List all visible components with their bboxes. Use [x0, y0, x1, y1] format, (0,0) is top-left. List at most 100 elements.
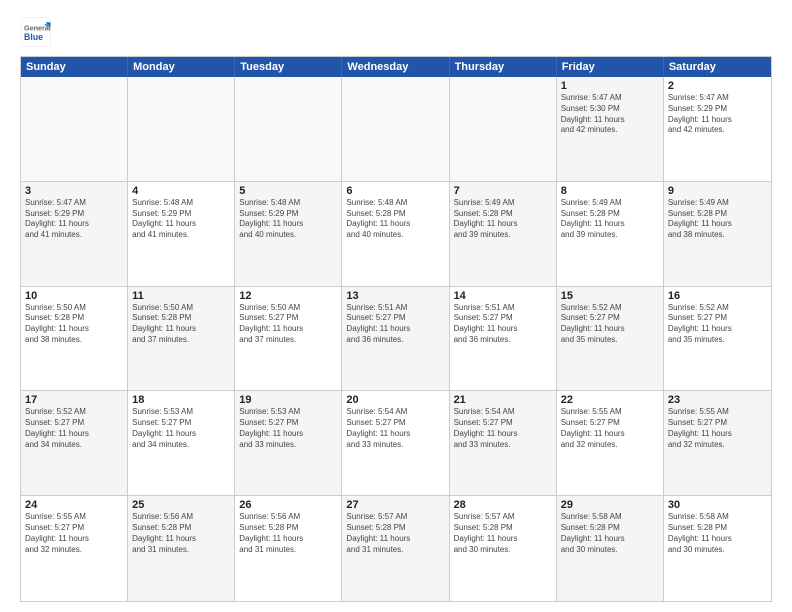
calendar-cell-empty-0-0	[21, 77, 128, 181]
header-day-sunday: Sunday	[21, 57, 128, 77]
day-number: 20	[346, 394, 444, 406]
calendar-cell-12: 12Sunrise: 5:50 AM Sunset: 5:27 PM Dayli…	[235, 287, 342, 391]
day-info: Sunrise: 5:52 AM Sunset: 5:27 PM Dayligh…	[668, 303, 767, 346]
calendar-cell-24: 24Sunrise: 5:55 AM Sunset: 5:27 PM Dayli…	[21, 496, 128, 601]
header-day-monday: Monday	[128, 57, 235, 77]
calendar-row-4: 17Sunrise: 5:52 AM Sunset: 5:27 PM Dayli…	[21, 391, 771, 496]
day-info: Sunrise: 5:47 AM Sunset: 5:30 PM Dayligh…	[561, 93, 659, 136]
day-info: Sunrise: 5:48 AM Sunset: 5:29 PM Dayligh…	[132, 198, 230, 241]
header-day-friday: Friday	[557, 57, 664, 77]
calendar-cell-10: 10Sunrise: 5:50 AM Sunset: 5:28 PM Dayli…	[21, 287, 128, 391]
header: General Blue	[20, 16, 772, 48]
day-number: 11	[132, 290, 230, 302]
calendar-cell-11: 11Sunrise: 5:50 AM Sunset: 5:28 PM Dayli…	[128, 287, 235, 391]
calendar-cell-26: 26Sunrise: 5:56 AM Sunset: 5:28 PM Dayli…	[235, 496, 342, 601]
day-info: Sunrise: 5:51 AM Sunset: 5:27 PM Dayligh…	[454, 303, 552, 346]
calendar-cell-16: 16Sunrise: 5:52 AM Sunset: 5:27 PM Dayli…	[664, 287, 771, 391]
calendar-cell-8: 8Sunrise: 5:49 AM Sunset: 5:28 PM Daylig…	[557, 182, 664, 286]
calendar-cell-22: 22Sunrise: 5:55 AM Sunset: 5:27 PM Dayli…	[557, 391, 664, 495]
calendar-cell-empty-0-2	[235, 77, 342, 181]
calendar-cell-3: 3Sunrise: 5:47 AM Sunset: 5:29 PM Daylig…	[21, 182, 128, 286]
calendar-cell-30: 30Sunrise: 5:58 AM Sunset: 5:28 PM Dayli…	[664, 496, 771, 601]
day-info: Sunrise: 5:47 AM Sunset: 5:29 PM Dayligh…	[668, 93, 767, 136]
day-info: Sunrise: 5:53 AM Sunset: 5:27 PM Dayligh…	[132, 407, 230, 450]
header-day-thursday: Thursday	[450, 57, 557, 77]
calendar-cell-empty-0-3	[342, 77, 449, 181]
day-info: Sunrise: 5:54 AM Sunset: 5:27 PM Dayligh…	[454, 407, 552, 450]
day-info: Sunrise: 5:52 AM Sunset: 5:27 PM Dayligh…	[25, 407, 123, 450]
day-info: Sunrise: 5:50 AM Sunset: 5:28 PM Dayligh…	[25, 303, 123, 346]
day-info: Sunrise: 5:56 AM Sunset: 5:28 PM Dayligh…	[239, 512, 337, 555]
day-number: 14	[454, 290, 552, 302]
calendar-cell-15: 15Sunrise: 5:52 AM Sunset: 5:27 PM Dayli…	[557, 287, 664, 391]
day-number: 3	[25, 185, 123, 197]
day-info: Sunrise: 5:54 AM Sunset: 5:27 PM Dayligh…	[346, 407, 444, 450]
calendar-cell-9: 9Sunrise: 5:49 AM Sunset: 5:28 PM Daylig…	[664, 182, 771, 286]
calendar-cell-25: 25Sunrise: 5:56 AM Sunset: 5:28 PM Dayli…	[128, 496, 235, 601]
day-info: Sunrise: 5:55 AM Sunset: 5:27 PM Dayligh…	[25, 512, 123, 555]
calendar-row-5: 24Sunrise: 5:55 AM Sunset: 5:27 PM Dayli…	[21, 496, 771, 601]
day-number: 17	[25, 394, 123, 406]
calendar-row-1: 1Sunrise: 5:47 AM Sunset: 5:30 PM Daylig…	[21, 77, 771, 182]
day-number: 24	[25, 499, 123, 511]
day-info: Sunrise: 5:57 AM Sunset: 5:28 PM Dayligh…	[346, 512, 444, 555]
day-number: 25	[132, 499, 230, 511]
day-number: 5	[239, 185, 337, 197]
logo-icon: General Blue	[20, 16, 52, 48]
day-number: 2	[668, 80, 767, 92]
calendar-cell-13: 13Sunrise: 5:51 AM Sunset: 5:27 PM Dayli…	[342, 287, 449, 391]
day-info: Sunrise: 5:58 AM Sunset: 5:28 PM Dayligh…	[668, 512, 767, 555]
day-info: Sunrise: 5:48 AM Sunset: 5:28 PM Dayligh…	[346, 198, 444, 241]
day-info: Sunrise: 5:51 AM Sunset: 5:27 PM Dayligh…	[346, 303, 444, 346]
day-info: Sunrise: 5:55 AM Sunset: 5:27 PM Dayligh…	[668, 407, 767, 450]
day-info: Sunrise: 5:55 AM Sunset: 5:27 PM Dayligh…	[561, 407, 659, 450]
day-info: Sunrise: 5:47 AM Sunset: 5:29 PM Dayligh…	[25, 198, 123, 241]
calendar-cell-28: 28Sunrise: 5:57 AM Sunset: 5:28 PM Dayli…	[450, 496, 557, 601]
day-number: 27	[346, 499, 444, 511]
day-info: Sunrise: 5:49 AM Sunset: 5:28 PM Dayligh…	[668, 198, 767, 241]
header-day-saturday: Saturday	[664, 57, 771, 77]
calendar-cell-5: 5Sunrise: 5:48 AM Sunset: 5:29 PM Daylig…	[235, 182, 342, 286]
calendar-cell-21: 21Sunrise: 5:54 AM Sunset: 5:27 PM Dayli…	[450, 391, 557, 495]
day-number: 4	[132, 185, 230, 197]
day-number: 26	[239, 499, 337, 511]
day-number: 19	[239, 394, 337, 406]
calendar-cell-29: 29Sunrise: 5:58 AM Sunset: 5:28 PM Dayli…	[557, 496, 664, 601]
calendar-cell-6: 6Sunrise: 5:48 AM Sunset: 5:28 PM Daylig…	[342, 182, 449, 286]
calendar-cell-17: 17Sunrise: 5:52 AM Sunset: 5:27 PM Dayli…	[21, 391, 128, 495]
day-info: Sunrise: 5:48 AM Sunset: 5:29 PM Dayligh…	[239, 198, 337, 241]
header-day-wednesday: Wednesday	[342, 57, 449, 77]
day-number: 28	[454, 499, 552, 511]
calendar-cell-empty-0-4	[450, 77, 557, 181]
day-number: 8	[561, 185, 659, 197]
day-number: 16	[668, 290, 767, 302]
day-info: Sunrise: 5:53 AM Sunset: 5:27 PM Dayligh…	[239, 407, 337, 450]
day-info: Sunrise: 5:49 AM Sunset: 5:28 PM Dayligh…	[561, 198, 659, 241]
calendar-row-2: 3Sunrise: 5:47 AM Sunset: 5:29 PM Daylig…	[21, 182, 771, 287]
day-number: 23	[668, 394, 767, 406]
day-number: 22	[561, 394, 659, 406]
day-number: 30	[668, 499, 767, 511]
day-info: Sunrise: 5:58 AM Sunset: 5:28 PM Dayligh…	[561, 512, 659, 555]
calendar-cell-19: 19Sunrise: 5:53 AM Sunset: 5:27 PM Dayli…	[235, 391, 342, 495]
calendar-cell-14: 14Sunrise: 5:51 AM Sunset: 5:27 PM Dayli…	[450, 287, 557, 391]
header-day-tuesday: Tuesday	[235, 57, 342, 77]
day-info: Sunrise: 5:56 AM Sunset: 5:28 PM Dayligh…	[132, 512, 230, 555]
day-number: 13	[346, 290, 444, 302]
day-info: Sunrise: 5:49 AM Sunset: 5:28 PM Dayligh…	[454, 198, 552, 241]
calendar-cell-2: 2Sunrise: 5:47 AM Sunset: 5:29 PM Daylig…	[664, 77, 771, 181]
svg-text:Blue: Blue	[24, 32, 43, 42]
calendar-cell-20: 20Sunrise: 5:54 AM Sunset: 5:27 PM Dayli…	[342, 391, 449, 495]
calendar: SundayMondayTuesdayWednesdayThursdayFrid…	[20, 56, 772, 602]
day-number: 12	[239, 290, 337, 302]
day-info: Sunrise: 5:57 AM Sunset: 5:28 PM Dayligh…	[454, 512, 552, 555]
day-number: 9	[668, 185, 767, 197]
day-number: 7	[454, 185, 552, 197]
day-number: 18	[132, 394, 230, 406]
calendar-body: 1Sunrise: 5:47 AM Sunset: 5:30 PM Daylig…	[21, 77, 771, 601]
day-info: Sunrise: 5:52 AM Sunset: 5:27 PM Dayligh…	[561, 303, 659, 346]
calendar-cell-27: 27Sunrise: 5:57 AM Sunset: 5:28 PM Dayli…	[342, 496, 449, 601]
day-info: Sunrise: 5:50 AM Sunset: 5:27 PM Dayligh…	[239, 303, 337, 346]
day-number: 10	[25, 290, 123, 302]
page: General Blue SundayMondayTuesdayWednesda…	[0, 0, 792, 612]
